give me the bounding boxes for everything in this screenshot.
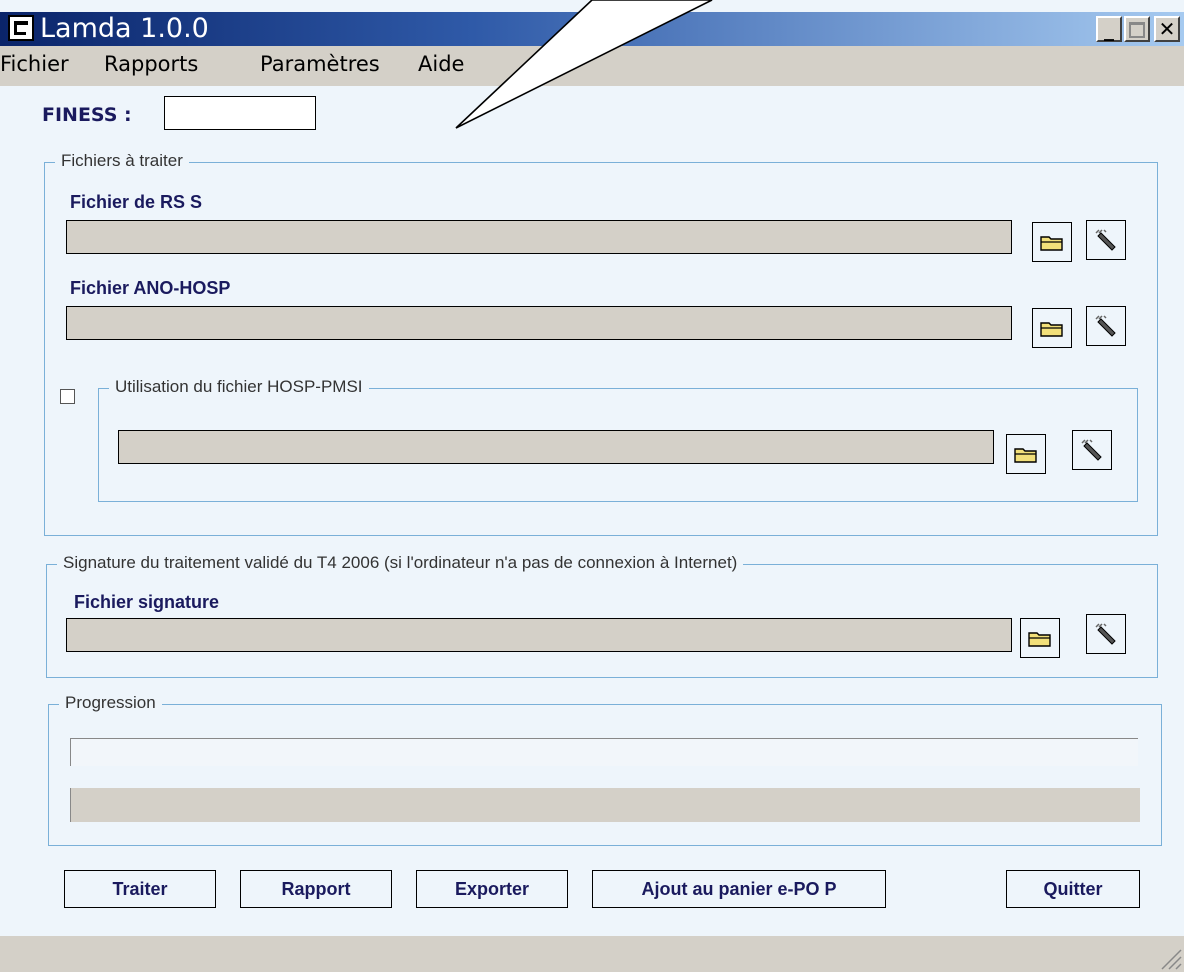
status-bar bbox=[0, 936, 1184, 972]
finess-input[interactable] bbox=[164, 96, 316, 130]
app-icon[interactable] bbox=[8, 15, 34, 41]
menu-parametres[interactable]: Paramètres bbox=[260, 52, 380, 76]
progress-group-legend: Progression bbox=[59, 693, 162, 713]
title-bar[interactable]: Lamda 1.0.0 _ ✕ bbox=[0, 12, 1184, 46]
ajout-panier-button[interactable]: Ajout au panier e-PO P bbox=[592, 870, 886, 908]
hosp-pmsi-browse-button[interactable] bbox=[1006, 434, 1046, 474]
rss-file-path-field[interactable] bbox=[66, 220, 1012, 254]
eraser-icon bbox=[1095, 623, 1116, 645]
folder-icon bbox=[1040, 236, 1063, 251]
quitter-button[interactable]: Quitter bbox=[1006, 870, 1140, 908]
eraser-icon bbox=[1081, 439, 1102, 461]
ano-hosp-clear-button[interactable] bbox=[1086, 306, 1126, 346]
menu-aide[interactable]: Aide bbox=[418, 52, 464, 76]
eraser-icon bbox=[1095, 315, 1116, 337]
files-group-legend: Fichiers à traiter bbox=[55, 151, 189, 171]
hosp-pmsi-legend: Utilisation du fichier HOSP-PMSI bbox=[109, 377, 369, 397]
menu-rapports[interactable]: Rapports bbox=[104, 52, 198, 76]
progress-group: Progression bbox=[48, 693, 1162, 846]
traiter-button[interactable]: Traiter bbox=[64, 870, 216, 908]
hosp-pmsi-path-field[interactable] bbox=[118, 430, 994, 464]
app-window: Lamda 1.0.0 _ ✕ Fichier Rapports Paramèt… bbox=[0, 0, 1184, 972]
ano-hosp-file-path-field[interactable] bbox=[66, 306, 1012, 340]
close-button[interactable]: ✕ bbox=[1154, 16, 1180, 42]
signature-group-legend: Signature du traitement validé du T4 200… bbox=[57, 553, 744, 573]
progress-bar-current bbox=[70, 738, 1138, 766]
resize-grip-icon[interactable] bbox=[1156, 944, 1182, 970]
rapport-button[interactable]: Rapport bbox=[240, 870, 392, 908]
menu-fichier[interactable]: Fichier bbox=[0, 52, 69, 76]
folder-icon bbox=[1014, 448, 1037, 463]
folder-icon bbox=[1028, 632, 1051, 647]
maximize-button[interactable] bbox=[1124, 16, 1150, 42]
eraser-icon bbox=[1095, 229, 1116, 251]
progress-bar-total bbox=[70, 788, 1140, 822]
menu-bar: Fichier Rapports Paramètres Aide bbox=[0, 46, 1184, 86]
minimize-button[interactable]: _ bbox=[1096, 16, 1122, 42]
exporter-button[interactable]: Exporter bbox=[416, 870, 568, 908]
signature-browse-button[interactable] bbox=[1020, 618, 1060, 658]
ano-hosp-file-label: Fichier ANO-HOSP bbox=[70, 278, 231, 298]
rss-clear-button[interactable] bbox=[1086, 220, 1126, 260]
signature-clear-button[interactable] bbox=[1086, 614, 1126, 654]
window-title: Lamda 1.0.0 bbox=[40, 13, 209, 44]
hosp-pmsi-clear-button[interactable] bbox=[1072, 430, 1112, 470]
ano-hosp-browse-button[interactable] bbox=[1032, 308, 1072, 348]
finess-label: FINESS : bbox=[42, 104, 132, 126]
rss-browse-button[interactable] bbox=[1032, 222, 1072, 262]
folder-icon bbox=[1040, 322, 1063, 337]
signature-file-path-field[interactable] bbox=[66, 618, 1012, 652]
rss-file-label: Fichier de RS S bbox=[70, 192, 203, 212]
signature-file-label: Fichier signature bbox=[74, 592, 220, 612]
hosp-pmsi-checkbox[interactable] bbox=[60, 389, 75, 404]
